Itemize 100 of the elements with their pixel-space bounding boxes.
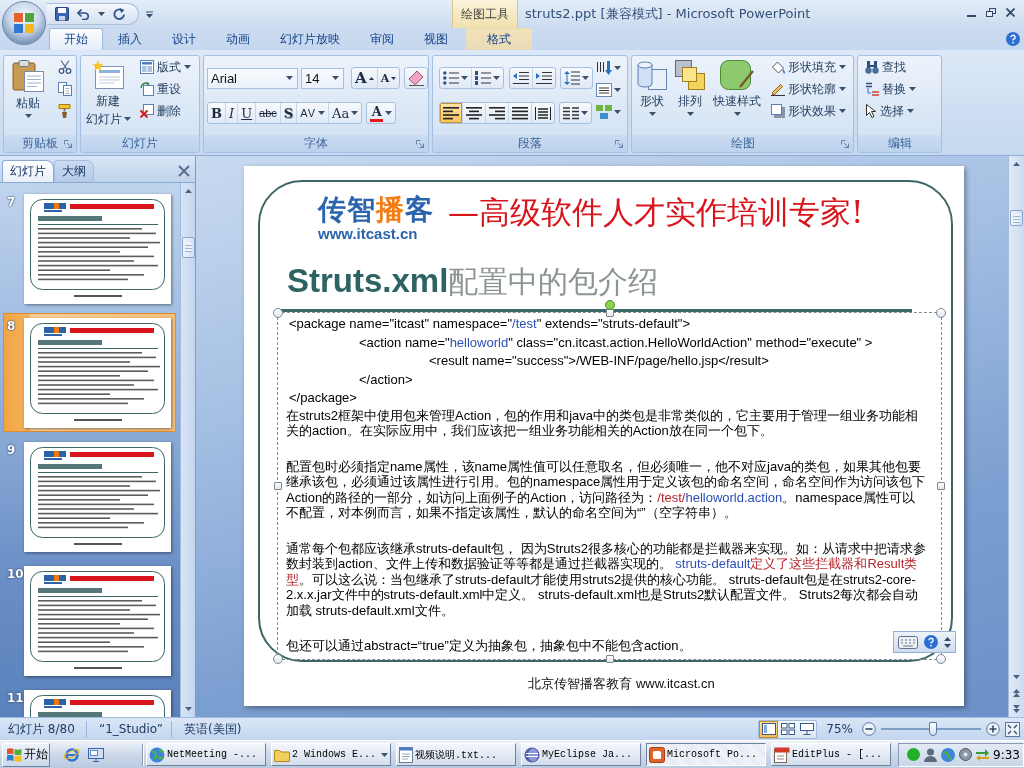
shape-format-button[interactable]: 形状轮廓 (768, 78, 849, 100)
numbering-button[interactable] (472, 68, 503, 88)
editing-button[interactable]: 选择 (862, 100, 919, 122)
alignment-button[interactable] (509, 103, 532, 123)
resize-handle[interactable] (605, 655, 614, 663)
clear-formatting-button[interactable] (404, 67, 428, 89)
start-button[interactable]: 开始 (2, 742, 50, 767)
slide-thumbnail-drawing[interactable] (24, 442, 171, 552)
slide-thumbnail-drawing[interactable] (24, 566, 171, 676)
dialog-launcher-icon[interactable] (841, 139, 849, 148)
zoom-percent[interactable]: 75% (826, 722, 853, 736)
pane-tab[interactable]: 大纲 (54, 160, 94, 182)
arrows-icon[interactable] (976, 748, 989, 761)
help-icon[interactable] (924, 635, 938, 649)
scissors-icon[interactable] (58, 60, 72, 74)
desktop-icon[interactable] (88, 746, 104, 763)
rotate-handle[interactable] (604, 300, 615, 310)
font-style-button[interactable]: I (226, 103, 239, 123)
office-logo-icon[interactable] (2, 1, 46, 45)
thumbnail-list-item[interactable]: 11 (3, 685, 176, 717)
disc-icon[interactable] (959, 748, 972, 761)
paintbrush-icon[interactable] (58, 104, 72, 118)
ribbon-tab[interactable]: 幻灯片放映 (265, 28, 355, 50)
shape-format-button[interactable]: 形状填充 (768, 56, 849, 78)
save-icon[interactable] (55, 7, 69, 21)
browser-icon[interactable] (64, 746, 80, 763)
redo-icon[interactable] (113, 7, 126, 21)
alignment-button[interactable] (463, 103, 486, 123)
drawing-tool-button[interactable]: 排列 (672, 56, 708, 118)
paste-button[interactable]: 粘贴 (6, 56, 50, 120)
resize-handle[interactable] (273, 308, 283, 318)
shrink-font-button[interactable]: A (377, 68, 400, 88)
taskbar-button[interactable]: 2 Windows E... (271, 743, 391, 766)
restore-icon[interactable] (986, 7, 996, 17)
slide-thumbnail-drawing[interactable] (24, 318, 171, 428)
editing-button[interactable]: 查找 (862, 56, 919, 78)
alignment-button[interactable] (440, 103, 463, 123)
new-slide-button[interactable]: 新建 幻灯片 (83, 56, 133, 128)
columns-button[interactable] (559, 102, 592, 124)
scrollbar-thumb[interactable] (181, 237, 195, 258)
arrow-up-icon[interactable] (184, 189, 192, 193)
ribbon-tab[interactable]: 插入 (103, 28, 157, 50)
resize-handle[interactable] (273, 654, 283, 664)
drawing-tool-button[interactable]: 形状 (634, 56, 670, 118)
pane-tab[interactable]: 幻灯片 (2, 160, 54, 182)
view-button[interactable] (759, 720, 779, 738)
font-style-button[interactable]: B (208, 103, 226, 123)
scrollbar-thumb[interactable] (1010, 210, 1023, 226)
ribbon-tab[interactable]: 格式 (466, 28, 532, 50)
font-name-field[interactable]: Arial (207, 67, 298, 89)
zoom-in-icon[interactable] (986, 722, 1000, 736)
line-spacing-button[interactable] (560, 67, 593, 89)
slide-command-button[interactable]: 删除 (137, 100, 194, 122)
ribbon-tab[interactable]: 开始 (49, 28, 103, 50)
ribbon-tab[interactable]: 审阅 (355, 28, 409, 50)
dialog-launcher-icon[interactable] (64, 139, 72, 148)
alignment-button[interactable] (486, 103, 509, 123)
grow-font-button[interactable]: A (352, 68, 378, 88)
arrow-down-icon[interactable] (1013, 675, 1020, 679)
shape-format-button[interactable]: 形状效果 (768, 100, 849, 122)
double-arrow-up-icon[interactable] (1013, 689, 1020, 697)
expand-icon[interactable] (944, 636, 951, 648)
ribbon-tab[interactable]: 设计 (157, 28, 211, 50)
undo-icon[interactable] (77, 8, 90, 20)
dialog-launcher-icon[interactable] (615, 139, 623, 148)
view-button[interactable] (797, 720, 817, 738)
taskbar-button[interactable]: 视频说明.txt... (396, 743, 516, 766)
ribbon-tab[interactable]: 动画 (211, 28, 265, 50)
resize-handle[interactable] (605, 309, 614, 317)
font-style-button[interactable]: abc (256, 103, 281, 123)
zoom-out-icon[interactable] (862, 722, 876, 736)
font-style-button[interactable]: Aa (329, 103, 362, 123)
ribbon-tab[interactable]: 视图 (409, 28, 463, 50)
font-style-button[interactable]: A (366, 102, 397, 124)
resize-handle[interactable] (936, 654, 946, 664)
slide-command-button[interactable]: 版式 (137, 56, 194, 78)
close-icon[interactable] (1006, 7, 1015, 17)
font-size-field[interactable]: 14 (301, 67, 344, 89)
arrow-down-icon[interactable] (184, 707, 192, 711)
editing-button[interactable]: 替换 (862, 78, 919, 100)
zoom-slider-thumb[interactable] (929, 722, 937, 736)
slide-command-button[interactable]: 重设 (137, 78, 194, 100)
bullets-button[interactable] (440, 68, 472, 88)
slide-thumbnail-drawing[interactable] (24, 194, 171, 304)
person-icon[interactable] (924, 747, 937, 762)
copy-icon[interactable] (58, 82, 72, 96)
taskbar-button[interactable]: NetMeeting -... (146, 743, 266, 766)
toolbar-menu-icon[interactable] (146, 10, 153, 18)
font-style-button[interactable]: U (238, 103, 257, 123)
arrow-up-icon[interactable] (1013, 162, 1020, 166)
font-style-button[interactable]: S (280, 103, 298, 123)
taskbar-button[interactable]: EditPlus - [... (771, 743, 891, 766)
decrease-indent-button[interactable] (510, 68, 533, 88)
keyboard-icon[interactable] (898, 635, 918, 649)
view-button[interactable] (778, 720, 798, 738)
dialog-launcher-icon[interactable] (416, 139, 424, 148)
taskbar-button[interactable]: MyEclipse Ja... (521, 743, 641, 766)
taskbar-button[interactable]: Microsoft Po... (646, 743, 766, 766)
close-icon[interactable] (178, 165, 190, 177)
resize-handle[interactable] (274, 482, 282, 490)
